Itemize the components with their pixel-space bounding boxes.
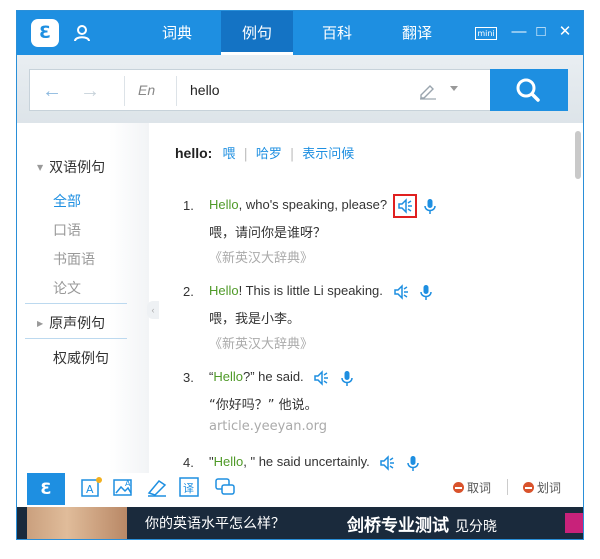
example-chinese: 喂，请问你是谁呀？ xyxy=(209,226,327,241)
sidebar: ▼ 双语例句 全部 口语 书面语 论文 ▶ 原声例句 权威例句 xyxy=(17,123,149,473)
example-english: “Hello?” he said. xyxy=(209,369,355,386)
minimize-button[interactable]: — xyxy=(511,24,527,40)
sidebar-item-papers[interactable]: 论文 xyxy=(53,278,81,298)
divider xyxy=(124,76,125,106)
speaker-icon[interactable] xyxy=(393,283,409,300)
ad-headline: 剑桥专业测试 见分晓 xyxy=(347,516,497,536)
sidebar-group-authority[interactable]: 权威例句 xyxy=(53,348,109,368)
app-logo-icon[interactable]: Ɛ xyxy=(27,473,65,505)
chevron-right-icon: ▶ xyxy=(37,319,44,328)
search-box: ← → En xyxy=(29,69,568,111)
divider xyxy=(25,303,127,304)
language-selector[interactable]: En xyxy=(138,82,155,98)
svg-text:A: A xyxy=(125,479,131,488)
sense-link[interactable]: 表示问候 xyxy=(302,147,354,162)
sense-link[interactable]: 喂 xyxy=(222,147,235,162)
tab-translate[interactable]: 翻译 xyxy=(381,11,453,55)
speaker-icon[interactable] xyxy=(392,193,417,218)
translate-icon[interactable]: 译 xyxy=(177,475,201,499)
sidebar-group-bilingual[interactable]: ▼ 双语例句 xyxy=(37,157,105,177)
keyword: Hello xyxy=(213,369,243,384)
close-button[interactable]: ✕ xyxy=(557,24,573,40)
sidebar-item-written[interactable]: 书面语 xyxy=(53,249,95,269)
disabled-icon xyxy=(523,482,534,493)
ad-question: 你的英语水平怎么样？ xyxy=(145,516,285,532)
keyword: Hello xyxy=(213,454,244,469)
keyword: Hello xyxy=(209,283,239,298)
example-source[interactable]: article.yeeyan.org xyxy=(209,419,327,434)
highlight-word-icon[interactable] xyxy=(145,475,169,499)
microphone-icon[interactable] xyxy=(422,198,438,214)
sidebar-item-all[interactable]: 全部 xyxy=(53,191,81,211)
word-senses: hello: 喂 | 哈罗 | 表示问候 xyxy=(175,143,354,162)
divider: | xyxy=(289,147,295,162)
chevron-down-icon: ▼ xyxy=(37,163,44,172)
scrollbar-thumb[interactable] xyxy=(575,131,581,179)
examples-content: hello: 喂 | 哈罗 | 表示问候 1. Hello, who's speakin… xyxy=(167,123,567,473)
selection-capture-toggle[interactable]: 划词 xyxy=(523,479,561,496)
divider xyxy=(25,338,127,339)
sidebar-group-original-voice[interactable]: ▶ 原声例句 xyxy=(37,313,105,333)
sidebar-group-label: 原声例句 xyxy=(49,316,106,332)
user-icon[interactable] xyxy=(73,24,91,42)
tab-encyclopedia[interactable]: 百科 xyxy=(301,11,373,55)
example-english: Hello, who's speaking, please? xyxy=(209,193,438,218)
example-number: 4. xyxy=(183,455,194,470)
ad-image xyxy=(27,507,127,539)
app-logo-icon[interactable]: Ɛ xyxy=(31,19,59,47)
back-button[interactable]: ← xyxy=(42,80,62,103)
tab-examples[interactable]: 例句 xyxy=(221,11,293,55)
title-bar: Ɛ 词典 例句 百科 翻译 mini — □ ✕ xyxy=(17,11,583,55)
microphone-icon[interactable] xyxy=(339,370,355,386)
search-button[interactable] xyxy=(490,69,568,111)
speaker-icon[interactable] xyxy=(379,454,395,471)
example-english: "Hello, " he said uncertainly. xyxy=(209,454,421,471)
example-chinese: “你好吗？” 他说。 xyxy=(209,398,318,413)
divider: | xyxy=(243,147,248,162)
search-input[interactable] xyxy=(190,70,410,110)
sidebar-item-spoken[interactable]: 口语 xyxy=(53,220,81,240)
ad-tag xyxy=(565,513,583,533)
sidebar-collapse-handle[interactable]: ‹ xyxy=(147,301,159,319)
image-translate-icon[interactable]: A xyxy=(111,475,135,499)
handwriting-icon[interactable] xyxy=(418,82,438,100)
divider xyxy=(176,76,177,106)
svg-text:A: A xyxy=(86,483,94,496)
divider xyxy=(507,479,508,495)
sidebar-group-label: 双语例句 xyxy=(49,160,106,176)
bottom-toolbar: Ɛ A A 译 取词 划词 xyxy=(17,473,583,505)
tab-dictionary[interactable]: 词典 xyxy=(141,11,213,55)
maximize-button[interactable]: □ xyxy=(533,24,549,40)
svg-text:译: 译 xyxy=(183,482,194,495)
speaker-icon[interactable] xyxy=(313,369,329,386)
headword: hello: xyxy=(175,145,213,161)
forward-button[interactable]: → xyxy=(80,80,100,103)
screen-translate-icon[interactable]: A xyxy=(79,475,103,499)
word-capture-toggle[interactable]: 取词 xyxy=(453,479,491,496)
example-english: Hello! This is little Li speaking. xyxy=(209,283,434,300)
mini-mode-button[interactable]: mini xyxy=(475,27,497,40)
sense-link[interactable]: 哈罗 xyxy=(256,147,282,162)
keyword: Hello xyxy=(209,197,239,212)
search-icon xyxy=(516,78,540,102)
example-number: 1. xyxy=(183,198,194,213)
example-number: 2. xyxy=(183,284,194,299)
microphone-icon[interactable] xyxy=(418,284,434,300)
search-band: ← → En xyxy=(17,55,583,123)
microphone-icon[interactable] xyxy=(405,455,421,471)
example-source[interactable]: 《新英汉大辞典》 xyxy=(209,247,313,266)
example-chinese: 喂，我是小李。 xyxy=(209,312,301,327)
disabled-icon xyxy=(453,482,464,493)
chat-icon[interactable] xyxy=(213,475,237,499)
example-number: 3. xyxy=(183,370,194,385)
app-window: Ɛ 词典 例句 百科 翻译 mini — □ ✕ ← → En hello ▼ … xyxy=(16,10,584,540)
ad-banner[interactable]: 你的英语水平怎么样？ 剑桥专业测试 见分晓 xyxy=(17,507,583,539)
chevron-down-icon[interactable] xyxy=(450,86,458,91)
example-source[interactable]: 《新英汉大辞典》 xyxy=(209,333,313,352)
